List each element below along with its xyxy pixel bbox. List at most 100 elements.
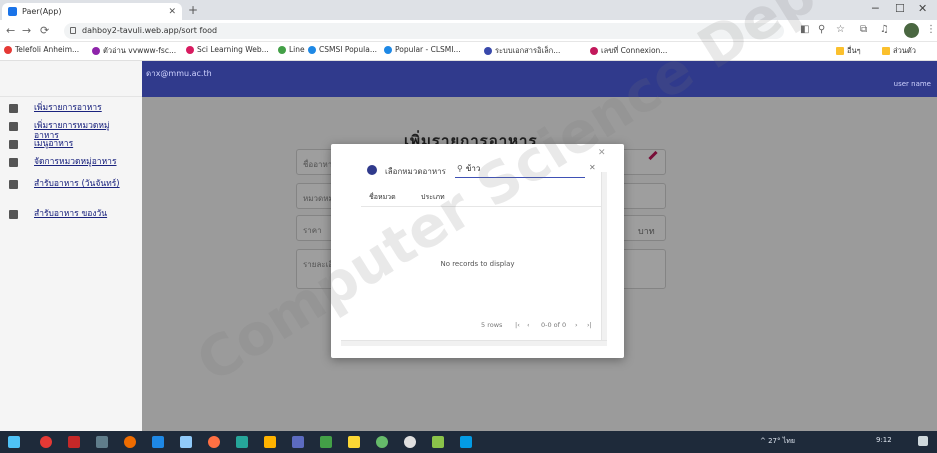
back-icon[interactable]: ← [6,24,15,37]
search-input[interactable]: ⚲ ข้าว [455,162,585,178]
app-header: ดาx@mmu.ac.th user name [142,61,937,97]
app-icon[interactable] [208,436,220,448]
favicon-icon [8,7,17,16]
folder-icon [9,104,18,113]
taskbar: ^ 27° ไทย 9:12 [0,431,937,453]
app-icon[interactable] [376,436,388,448]
dialog-header: เลือกหมวดอาหาร ⚲ ข้าว ✕ ✕ [331,144,624,194]
next-page-icon[interactable]: › [575,321,578,329]
search-icon: ⚲ [457,164,463,173]
app-icon[interactable] [152,436,164,448]
bookmark-item[interactable]: Line [278,45,305,54]
bookmark-item[interactable]: ระบบเอกสารอิเล็ก... [484,45,560,57]
header-brand: ดาx@mmu.ac.th [146,69,212,78]
chrome-icon[interactable] [404,436,416,448]
bookmark-icon [590,47,598,55]
app-icon[interactable] [40,436,52,448]
bookmark-folder[interactable]: อื่นๆ [836,45,861,57]
zoom-icon[interactable]: ⚲ [818,24,825,35]
column-header[interactable]: ประเภท [421,192,445,203]
app-icon[interactable] [460,436,472,448]
sidebar-item-menu[interactable]: เมนูอาหาร [9,139,124,149]
bookmark-label: ระบบเอกสารอิเล็ก... [495,46,561,55]
app-icon[interactable] [96,436,108,448]
sidebar-item-label: เมนูอาหาร [34,139,74,149]
bookmark-item[interactable]: เลขที่ Connexion... [590,45,667,57]
bookmark-item[interactable]: Popular - CLSMI... [384,45,461,54]
app-icon[interactable] [236,436,248,448]
sidebar-item-set-monday[interactable]: สำรับอาหาร (วันจันทร์) [9,179,124,189]
last-page-icon[interactable]: ›| [587,321,592,329]
address-url: dahboy2-tavuli.web.app/sort food [82,26,218,35]
line-icon[interactable] [320,436,332,448]
header-user[interactable]: user name [894,80,931,88]
avatar[interactable] [904,23,919,38]
app-icon[interactable] [432,436,444,448]
bookmark-label: ส่วนตัว [893,46,916,55]
address-bar[interactable]: dahboy2-tavuli.web.app/sort food [64,23,784,39]
new-tab-icon[interactable]: + [188,3,198,17]
bookmark-folder[interactable]: ส่วนตัว [882,45,916,57]
close-icon[interactable]: ✕ [598,148,606,158]
clear-icon[interactable]: ✕ [589,163,596,172]
system-tray[interactable]: ^ 27° ไทย [760,436,795,447]
sidebar-item-label: สำรับอาหาร (วันจันทร์) [34,179,120,189]
app-icon[interactable] [348,436,360,448]
notification-icon[interactable] [918,436,928,446]
star-icon[interactable]: ☆ [836,24,845,35]
calendar-icon [9,180,18,189]
minimize-icon[interactable]: ─ [872,2,879,15]
bookmark-item[interactable]: Sci Learning Web... [186,45,269,54]
sidebar-item-set-day[interactable]: สำรับอาหาร ของวัน [9,209,124,219]
reload-icon[interactable]: ⟳ [40,24,49,37]
bookmark-label: อื่นๆ [847,46,861,55]
horizontal-scrollbar[interactable] [341,340,607,346]
bookmark-item[interactable]: Telefoli Anheim... [4,45,79,54]
prev-page-icon[interactable]: ‹ [527,321,530,329]
app-icon[interactable] [292,436,304,448]
sidebar-item-add-category[interactable]: เพิ่มรายการหมวดหมู่อาหาร [9,121,124,141]
media-icon[interactable]: ♫ [880,24,889,35]
vertical-scrollbar[interactable] [601,172,607,346]
empty-message: No records to display [440,260,515,268]
bookmark-item[interactable]: CSMSI Popula... [308,45,377,54]
menu-icon[interactable]: ⋮ [926,24,936,35]
column-header[interactable]: ชื่อหมวด [369,192,396,203]
bookmark-label: Line [289,45,305,54]
clock[interactable]: 9:12 [876,436,892,444]
sidebar-item-add-food[interactable]: เพิ่มรายการอาหาร [9,103,124,113]
forward-icon[interactable]: → [22,24,31,37]
app-icon[interactable] [180,436,192,448]
windows-start-icon[interactable] [8,436,20,448]
maximize-icon[interactable]: ☐ [895,2,905,15]
folder-icon [836,47,844,55]
tab-title: Paer(App) [22,7,62,16]
page-range: 0-0 of 0 [541,321,567,329]
folder-icon [882,47,890,55]
bookmark-label: CSMSI Popula... [319,45,378,54]
rows-per-page-select[interactable]: 5 rows [481,321,502,329]
folder-icon[interactable] [264,436,276,448]
first-page-icon[interactable]: |‹ [515,321,520,329]
puzzle-icon[interactable]: ⧉ [860,24,867,35]
search-value: ข้าว [465,164,481,173]
tree-icon [9,158,18,167]
lock-icon [70,27,76,34]
bookmarks-bar: Telefoli Anheim... ตัวอ่าน vvwww-fsc... … [0,42,937,61]
sidebar-item-label: สำรับอาหาร ของวัน [34,209,108,219]
close-window-icon[interactable]: ✕ [918,2,927,15]
browser-tab[interactable]: Paer(App) ✕ [2,3,182,20]
browser-toolbar: ← → ⟳ dahboy2-tavuli.web.app/sort food ◧… [0,20,937,42]
extension-icon[interactable]: ◧ [800,24,809,35]
category-picker-dialog: เลือกหมวดอาหาร ⚲ ข้าว ✕ ✕ ชื่อหมวด ประเภท… [331,144,624,358]
app-icon[interactable] [68,436,80,448]
sidebar-item-categories[interactable]: จัดการหมวดหมู่อาหาร [9,157,124,167]
close-tab-icon[interactable]: ✕ [168,7,176,17]
bookmark-item[interactable]: ตัวอ่าน vvwww-fsc... [92,45,176,57]
app-sidebar: เพิ่มรายการอาหาร เพิ่มรายการหมวดหมู่อาหา… [0,61,142,431]
dialog-title: เลือกหมวดอาหาร [385,167,446,176]
bookmark-icon [484,47,492,55]
browser-tabstrip: Paer(App) ✕ + ─ ☐ ✕ [0,0,937,20]
firefox-icon[interactable] [124,436,136,448]
sidebar-header [0,61,142,97]
